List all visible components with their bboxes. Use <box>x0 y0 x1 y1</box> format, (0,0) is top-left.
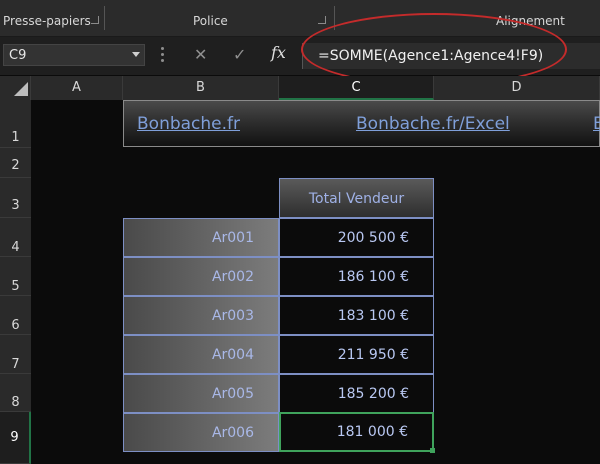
row-header-2[interactable]: 2 <box>0 148 31 178</box>
total-cell[interactable]: 200 500 € <box>279 218 434 257</box>
link-truncated[interactable]: B <box>593 114 600 134</box>
column-header-b[interactable]: B <box>123 76 279 100</box>
ribbon-separator <box>104 6 105 30</box>
column-header-a[interactable]: A <box>31 76 123 100</box>
row-header-3[interactable]: 3 <box>0 178 31 218</box>
insert-function-button[interactable]: fx <box>271 43 286 62</box>
row-header-5[interactable]: 5 <box>0 257 31 296</box>
row-header-4[interactable]: 4 <box>0 218 31 257</box>
link-bonbache-excel[interactable]: Bonbache.fr/Excel <box>356 114 510 134</box>
total-cell[interactable]: 186 100 € <box>279 257 434 296</box>
row-header-1[interactable]: 1 <box>0 100 31 148</box>
fill-handle[interactable] <box>430 448 435 453</box>
dialog-launcher-icon[interactable] <box>91 16 99 24</box>
agent-cell[interactable]: Ar002 <box>123 257 279 296</box>
total-cell[interactable]: 183 100 € <box>279 296 434 335</box>
close-icon[interactable]: ✕ <box>194 45 207 64</box>
total-cell[interactable]: 185 200 € <box>279 374 434 413</box>
ribbon-group-clipboard[interactable]: Presse-papiers <box>3 14 91 28</box>
total-cell[interactable]: 211 950 € <box>279 335 434 374</box>
row-header-7[interactable]: 7 <box>0 335 31 374</box>
select-all-icon <box>14 82 28 96</box>
row-header-8[interactable]: 8 <box>0 374 31 412</box>
column-header-c[interactable]: C <box>279 76 434 100</box>
chevron-down-icon[interactable] <box>132 52 140 57</box>
row-header-6[interactable]: 6 <box>0 296 31 335</box>
agent-cell[interactable]: Ar001 <box>123 218 279 257</box>
check-icon[interactable]: ✓ <box>233 45 246 64</box>
agent-cell[interactable]: Ar003 <box>123 296 279 335</box>
table-header-total[interactable]: Total Vendeur <box>279 178 434 218</box>
row-header-9[interactable]: 9 <box>0 412 31 464</box>
agent-cell[interactable]: Ar005 <box>123 374 279 413</box>
agent-cell[interactable]: Ar006 <box>123 413 279 452</box>
drag-handle-icon[interactable] <box>161 47 165 63</box>
agent-cell[interactable]: Ar004 <box>123 335 279 374</box>
link-bonbache[interactable]: Bonbache.fr <box>137 114 240 134</box>
dialog-launcher-icon[interactable] <box>318 16 326 24</box>
column-header-d[interactable]: D <box>434 76 600 100</box>
name-box[interactable]: C9 <box>3 44 145 66</box>
active-cell-c9[interactable]: 181 000 € <box>279 412 434 452</box>
ribbon-group-font[interactable]: Police <box>193 14 228 28</box>
